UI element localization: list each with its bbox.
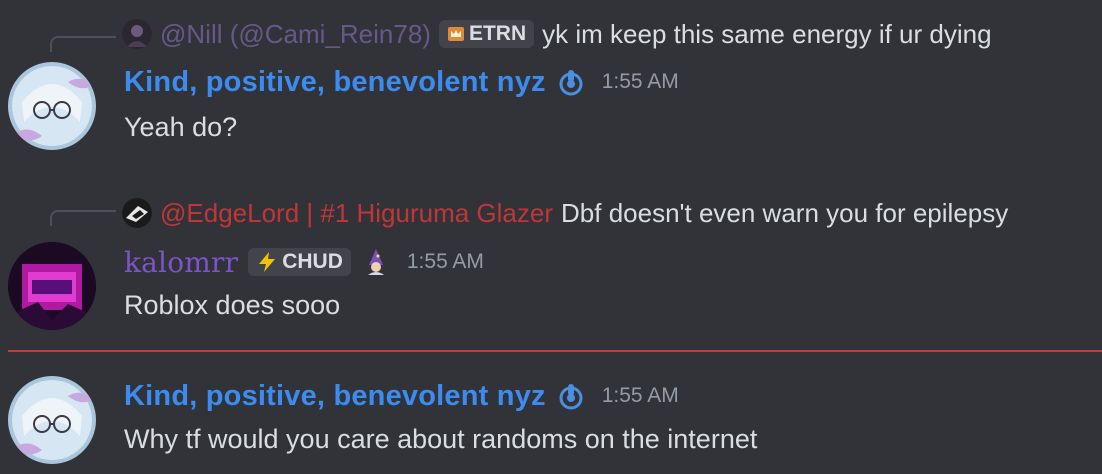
message-header: Kind, positive, benevolent nyz 1:55 AM — [124, 378, 679, 414]
message-header: kalomrr CHUD 1:55 AM — [124, 244, 484, 280]
lightning-icon — [259, 252, 276, 272]
timestamp[interactable]: 1:55 AM — [407, 250, 484, 274]
message-content: Roblox does sooo — [124, 290, 341, 320]
username[interactable]: Kind, positive, benevolent nyz — [124, 66, 546, 99]
reply-avatar[interactable] — [122, 19, 152, 49]
hand-emblem-icon[interactable] — [556, 67, 586, 97]
message-content: Why tf would you care about randoms on t… — [124, 424, 758, 454]
reply-author[interactable]: @Nill (@Cami_Rein78) — [160, 19, 431, 50]
role-tag-label: CHUD — [282, 250, 343, 273]
message-content: Yeah do? — [124, 112, 238, 142]
reply-avatar[interactable] — [122, 198, 152, 228]
reply-preview[interactable]: @Nill (@Cami_Rein78) ETRN yk im keep thi… — [122, 19, 992, 49]
role-tag[interactable]: CHUD — [248, 248, 351, 276]
role-tag-label: ETRN — [468, 22, 527, 45]
user-avatar[interactable] — [8, 242, 96, 330]
timestamp[interactable]: 1:55 AM — [602, 70, 679, 94]
reply-text[interactable]: yk im keep this same energy if ur dying — [542, 19, 991, 50]
wizard-icon[interactable] — [361, 247, 391, 277]
username[interactable]: kalomrr — [124, 246, 238, 279]
username[interactable]: Kind, positive, benevolent nyz — [124, 380, 546, 413]
reply-preview[interactable]: @EdgeLord | #1 Higuruma Glazer Dbf doesn… — [122, 198, 1008, 228]
hand-emblem-icon[interactable] — [556, 381, 586, 411]
reply-connector — [50, 36, 116, 52]
reply-author[interactable]: @EdgeLord | #1 Higuruma Glazer — [160, 198, 553, 229]
reply-connector — [50, 210, 116, 226]
reply-text[interactable]: Dbf doesn't even warn you for epilepsy — [561, 198, 1008, 229]
timestamp[interactable]: 1:55 AM — [602, 384, 679, 408]
user-avatar[interactable] — [8, 376, 96, 464]
new-messages-divider — [8, 350, 1102, 352]
role-tag: ETRN — [438, 20, 535, 48]
user-avatar[interactable] — [8, 62, 96, 150]
message-header: Kind, positive, benevolent nyz 1:55 AM — [124, 64, 679, 100]
crown-shield-icon — [447, 27, 464, 41]
